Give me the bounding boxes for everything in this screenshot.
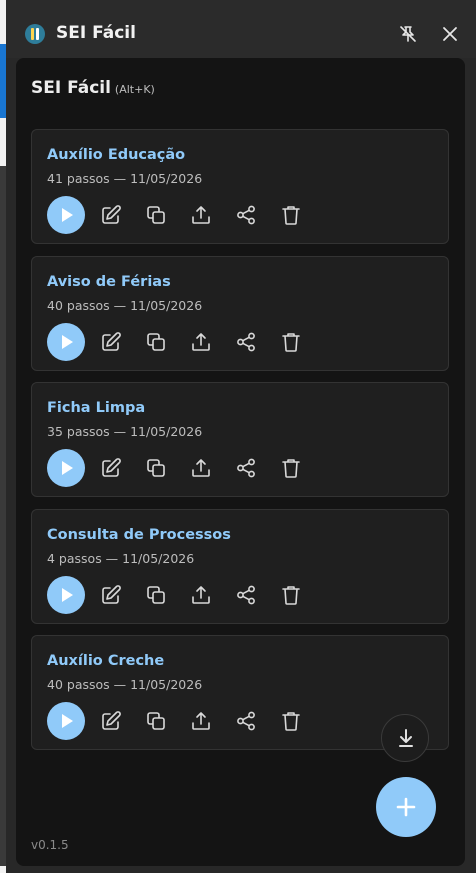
edit-icon (102, 711, 121, 730)
close-button[interactable] (440, 24, 460, 44)
unpin-icon (400, 26, 416, 42)
close-icon (443, 27, 457, 41)
version-label: v0.1.5 (31, 838, 69, 852)
card-meta: 40 passos — 11/05/2026 (47, 298, 203, 313)
edit-icon (102, 585, 121, 604)
share-icon (237, 711, 255, 731)
card-title[interactable]: Aviso de Férias (47, 274, 171, 290)
card-meta: 4 passos — 11/05/2026 (47, 551, 195, 566)
add-button[interactable] (376, 777, 436, 837)
trash-icon (282, 333, 300, 352)
export-button[interactable] (190, 710, 212, 732)
automation-card: Consulta de Processos 4 passos — 11/05/20… (31, 509, 449, 624)
share-icon (237, 205, 255, 225)
automation-card: Aviso de Férias 40 passos — 11/05/2026 (31, 256, 449, 371)
export-icon (192, 459, 210, 477)
copy-icon (147, 712, 165, 730)
export-icon (192, 586, 210, 604)
automation-card: Ficha Limpa 35 passos — 11/05/2026 (31, 382, 449, 497)
export-button[interactable] (190, 331, 212, 353)
copy-icon (147, 459, 165, 477)
play-icon (62, 208, 73, 222)
background-window-edge (0, 0, 6, 873)
copy-icon (147, 206, 165, 224)
edit-icon (102, 332, 121, 351)
app-logo-icon (25, 24, 45, 44)
share-icon (237, 332, 255, 352)
copy-icon (147, 586, 165, 604)
panel-title-text: SEI Fácil (31, 78, 111, 98)
window-title: SEI Fácil (56, 23, 136, 43)
play-icon (62, 335, 73, 349)
delete-button[interactable] (280, 584, 302, 606)
share-button[interactable] (235, 710, 257, 732)
download-button[interactable] (381, 714, 429, 762)
delete-button[interactable] (280, 457, 302, 479)
duplicate-button[interactable] (145, 710, 167, 732)
edit-button[interactable] (100, 204, 122, 226)
edit-button[interactable] (100, 710, 122, 732)
edit-button[interactable] (100, 457, 122, 479)
duplicate-button[interactable] (145, 331, 167, 353)
play-button[interactable] (47, 323, 85, 361)
export-button[interactable] (190, 457, 212, 479)
share-button[interactable] (235, 204, 257, 226)
export-button[interactable] (190, 584, 212, 606)
play-button[interactable] (47, 196, 85, 234)
export-icon (192, 333, 210, 351)
card-title[interactable]: Auxílio Educação (47, 147, 185, 163)
share-icon (237, 585, 255, 605)
play-icon (62, 714, 73, 728)
play-button[interactable] (47, 702, 85, 740)
export-icon (192, 206, 210, 224)
share-button[interactable] (235, 331, 257, 353)
card-meta: 41 passos — 11/05/2026 (47, 171, 203, 186)
share-button[interactable] (235, 584, 257, 606)
duplicate-button[interactable] (145, 204, 167, 226)
share-button[interactable] (235, 457, 257, 479)
trash-icon (282, 206, 300, 225)
shortcut-hint: (Alt+K) (114, 83, 155, 96)
delete-button[interactable] (280, 710, 302, 732)
unpin-button[interactable] (398, 24, 418, 44)
download-icon (399, 729, 413, 747)
edit-icon (102, 205, 121, 224)
delete-button[interactable] (280, 331, 302, 353)
card-title[interactable]: Consulta de Processos (47, 527, 231, 543)
copy-icon (147, 333, 165, 351)
export-button[interactable] (190, 204, 212, 226)
edit-icon (102, 458, 121, 477)
share-icon (237, 458, 255, 478)
edit-button[interactable] (100, 584, 122, 606)
card-title[interactable]: Ficha Limpa (47, 400, 145, 416)
automation-card: Auxílio Educação 41 passos — 11/05/2026 (31, 129, 449, 244)
play-icon (62, 588, 73, 602)
trash-icon (282, 712, 300, 731)
main-panel: SEI Fácil (Alt+K) Auxílio Educação 41 pass… (16, 58, 465, 866)
edit-button[interactable] (100, 331, 122, 353)
plus-icon (396, 797, 416, 817)
trash-icon (282, 586, 300, 605)
trash-icon (282, 459, 300, 478)
play-button[interactable] (47, 449, 85, 487)
card-meta: 35 passos — 11/05/2026 (47, 424, 203, 439)
play-button[interactable] (47, 576, 85, 614)
delete-button[interactable] (280, 204, 302, 226)
card-meta: 40 passos — 11/05/2026 (47, 677, 203, 692)
duplicate-button[interactable] (145, 584, 167, 606)
background-dark-area (0, 166, 6, 866)
export-icon (192, 712, 210, 730)
title-bar: SEI Fácil (6, 0, 476, 58)
panel-title: SEI Fácil (Alt+K) (31, 78, 155, 98)
card-title[interactable]: Auxílio Creche (47, 653, 164, 669)
play-icon (62, 461, 73, 475)
duplicate-button[interactable] (145, 457, 167, 479)
